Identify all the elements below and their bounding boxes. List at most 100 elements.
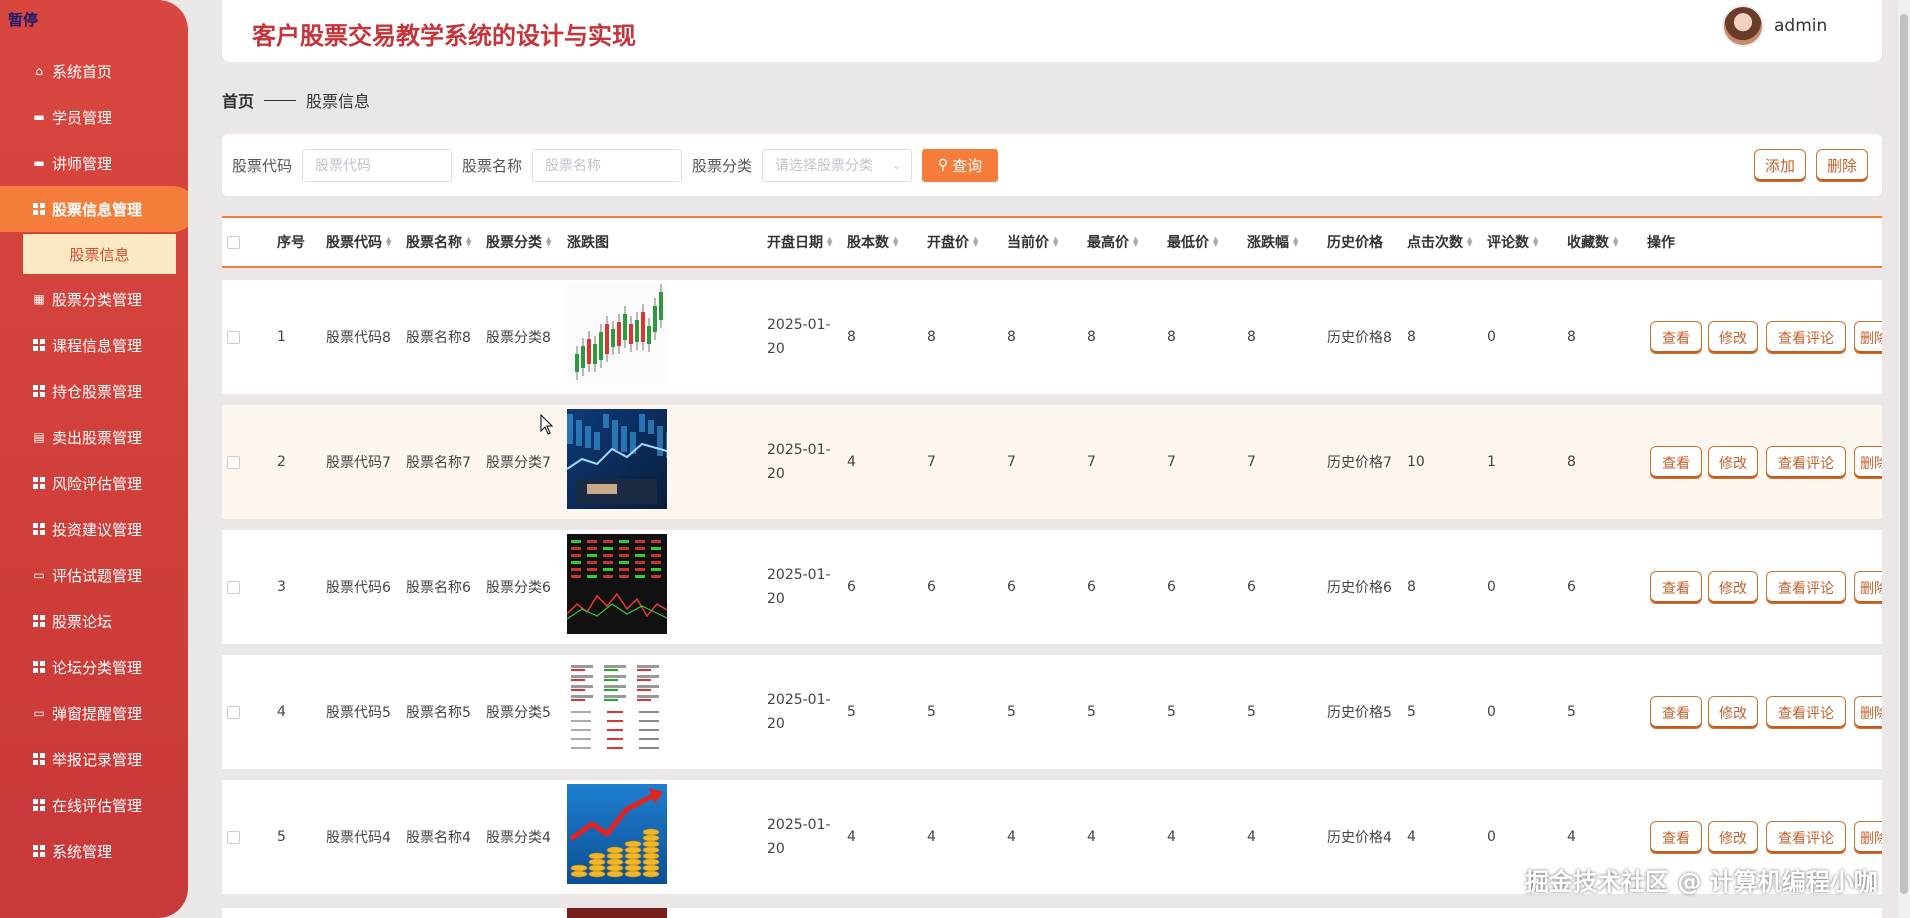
- sort-icon[interactable]: ▲ ▼: [1613, 236, 1618, 248]
- breadcrumb-home[interactable]: 首页: [222, 88, 254, 112]
- table-header: 序号 股票代码 ▲ ▼ 股票名称 ▲ ▼ 股票分类 ▲ ▼ 涨跌图 开盘日期 ▲ ▼ 股本数 ▲ ▼…: [222, 216, 1882, 268]
- edit-button[interactable]: 修改: [1708, 321, 1758, 354]
- sidebar-item-11[interactable]: 股票论坛: [0, 598, 188, 644]
- view-button[interactable]: 查看: [1650, 321, 1702, 354]
- sidebar-item-5[interactable]: 课程信息管理: [0, 322, 188, 368]
- sort-icon[interactable]: ▲ ▼: [466, 236, 471, 248]
- view-comments-button[interactable]: 查看评论: [1766, 696, 1846, 729]
- sort-icon[interactable]: ▲ ▼: [1293, 236, 1298, 248]
- sidebar-item-label: 卖出股票管理: [52, 428, 143, 447]
- col-comments[interactable]: 评论数 ▲ ▼: [1487, 218, 1538, 266]
- sidebar-item-9[interactable]: 投资建议管理: [0, 506, 188, 552]
- edit-button[interactable]: 修改: [1708, 696, 1758, 729]
- edit-button[interactable]: 修改: [1708, 571, 1758, 604]
- sort-icon[interactable]: ▲ ▼: [1213, 236, 1218, 248]
- stock-thumbnail[interactable]: [567, 409, 667, 509]
- cell-current-price: 4: [1007, 829, 1016, 845]
- view-button[interactable]: 查看: [1650, 571, 1702, 604]
- sidebar-item-14[interactable]: 举报记录管理: [0, 736, 188, 782]
- cell-current-price: 7: [1007, 454, 1016, 470]
- row-checkbox[interactable]: [227, 330, 240, 344]
- col-favorites[interactable]: 收藏数 ▲ ▼: [1567, 218, 1618, 266]
- cell-low: 7: [1167, 454, 1176, 470]
- sidebar-item-8[interactable]: 风险评估管理: [0, 460, 188, 506]
- sidebar-item-4[interactable]: ▦ 股票分类管理: [0, 276, 188, 322]
- sidebar-item-2[interactable]: ▬ 讲师管理: [0, 140, 188, 186]
- grid-icon: [32, 798, 46, 812]
- col-low[interactable]: 最低价 ▲ ▼: [1167, 218, 1218, 266]
- col-history: 历史价格: [1327, 235, 1383, 251]
- add-button[interactable]: 添加: [1754, 149, 1806, 182]
- sidebar-item-0[interactable]: ⌂ 系统首页: [0, 48, 188, 94]
- sort-icon[interactable]: ▲ ▼: [893, 236, 898, 248]
- col-name-label: 股票名称: [406, 235, 462, 251]
- username[interactable]: admin: [1774, 16, 1827, 36]
- sidebar-item-16[interactable]: 系统管理: [0, 828, 188, 874]
- col-shares[interactable]: 股本数 ▲ ▼: [847, 218, 898, 266]
- sidebar-item-10[interactable]: ▭ 评估试题管理: [0, 552, 188, 598]
- select-all-checkbox[interactable]: [227, 235, 240, 249]
- view-comments-button[interactable]: 查看评论: [1766, 321, 1846, 354]
- sort-icon[interactable]: ▲ ▼: [1533, 236, 1538, 248]
- avatar[interactable]: [1722, 5, 1764, 47]
- cell-shares: 6: [847, 579, 856, 595]
- sort-icon[interactable]: ▲ ▼: [546, 236, 551, 248]
- query-button[interactable]: ⚲ 查询: [922, 148, 999, 182]
- col-high[interactable]: 最高价 ▲ ▼: [1087, 218, 1138, 266]
- stock-thumbnail[interactable]: [567, 284, 667, 384]
- sidebar-item-3[interactable]: 股票信息管理: [0, 186, 188, 232]
- view-button[interactable]: 查看: [1650, 446, 1702, 479]
- sidebar-item-6[interactable]: 持仓股票管理: [0, 368, 188, 414]
- view-comments-button[interactable]: 查看评论: [1766, 446, 1846, 479]
- row-checkbox[interactable]: [227, 580, 240, 594]
- view-button[interactable]: 查看: [1650, 696, 1702, 729]
- edit-button[interactable]: 修改: [1708, 446, 1758, 479]
- sidebar-item-12[interactable]: 论坛分类管理: [0, 644, 188, 690]
- col-open-date[interactable]: 开盘日期 ▲ ▼: [767, 218, 832, 266]
- scrollbar-thumb[interactable]: [1900, 14, 1908, 894]
- col-current-price[interactable]: 当前价 ▲ ▼: [1007, 218, 1058, 266]
- col-name[interactable]: 股票名称 ▲ ▼: [406, 218, 471, 266]
- view-button[interactable]: 查看: [1650, 821, 1702, 854]
- col-high-label: 最高价: [1087, 235, 1129, 251]
- col-open-price[interactable]: 开盘价 ▲ ▼: [927, 218, 978, 266]
- chevron-down-icon: ⌄: [891, 158, 902, 172]
- sidebar-subitem-stock-info[interactable]: 股票信息: [23, 234, 176, 274]
- cell-category: 股票分类5: [486, 705, 551, 721]
- view-comments-button[interactable]: 查看评论: [1766, 821, 1846, 854]
- view-comments-button[interactable]: 查看评论: [1766, 571, 1846, 604]
- row-checkbox[interactable]: [227, 830, 240, 844]
- name-input[interactable]: 股票名称: [532, 148, 683, 182]
- sort-icon[interactable]: ▲ ▼: [386, 236, 391, 248]
- sort-icon[interactable]: ▲ ▼: [1467, 236, 1472, 248]
- cell-history: 历史价格6: [1327, 580, 1392, 596]
- sidebar-item-7[interactable]: ▤ 卖出股票管理: [0, 414, 188, 460]
- category-select[interactable]: 请选择股票分类 ⌄: [762, 148, 913, 182]
- col-clicks[interactable]: 点击次数 ▲ ▼: [1407, 218, 1472, 266]
- sidebar-item-1[interactable]: ▬ 学员管理: [0, 94, 188, 140]
- sidebar-item-13[interactable]: ▭ 弹窗提醒管理: [0, 690, 188, 736]
- sort-icon[interactable]: ▲ ▼: [973, 236, 978, 248]
- stock-thumbnail[interactable]: [567, 784, 667, 884]
- sort-icon[interactable]: ▲ ▼: [1053, 236, 1058, 248]
- col-change[interactable]: 涨跌幅 ▲ ▼: [1247, 218, 1298, 266]
- delete-button[interactable]: 删除: [1816, 149, 1868, 182]
- col-code[interactable]: 股票代码 ▲ ▼: [326, 218, 391, 266]
- cell-open-date: 2025-01-20: [767, 317, 831, 357]
- stock-thumbnail[interactable]: [567, 659, 667, 759]
- cell-change: 6: [1247, 579, 1256, 595]
- col-open-date-label: 开盘日期: [767, 235, 823, 251]
- row-checkbox[interactable]: [227, 455, 240, 469]
- col-category[interactable]: 股票分类 ▲ ▼: [486, 218, 551, 266]
- cell-history: 历史价格4: [1327, 830, 1392, 846]
- stock-thumbnail[interactable]: [567, 534, 667, 634]
- edit-button[interactable]: 修改: [1708, 821, 1758, 854]
- sort-icon[interactable]: ▲ ▼: [827, 236, 832, 248]
- row-checkbox[interactable]: [227, 705, 240, 719]
- cell-favorites: 8: [1567, 454, 1576, 470]
- sort-icon[interactable]: ▲ ▼: [1133, 236, 1138, 248]
- sidebar-item-15[interactable]: 在线评估管理: [0, 782, 188, 828]
- user-icon: ▬: [33, 110, 45, 124]
- code-input[interactable]: 股票代码: [302, 148, 453, 182]
- cell-open-date: 2025-01-20: [767, 567, 831, 607]
